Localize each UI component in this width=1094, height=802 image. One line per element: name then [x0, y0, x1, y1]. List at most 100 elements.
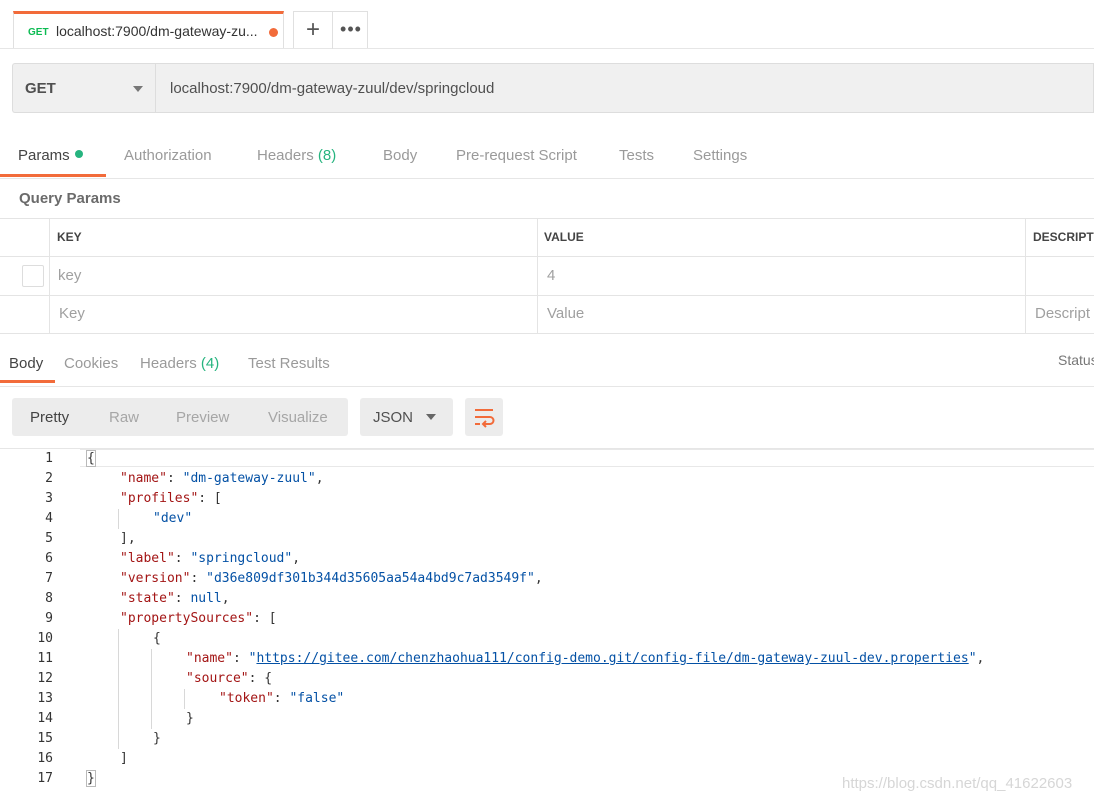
code-line: ] — [120, 751, 128, 766]
line-number: 5 — [45, 531, 53, 546]
response-tab-body-label: Body — [9, 355, 44, 372]
tab-tests-label: Tests — [619, 147, 655, 164]
line-number: 3 — [45, 491, 53, 506]
tab-actions: + ••• — [293, 11, 369, 49]
request-tab[interactable]: GET localhost:7900/dm-gateway-zu... — [13, 11, 284, 48]
tab-body[interactable]: Body — [383, 147, 417, 164]
query-params-title: Query Params — [19, 190, 121, 207]
line-number: 1 — [45, 451, 53, 466]
code-line: "profiles": [ — [120, 491, 222, 506]
line-number: 17 — [37, 771, 53, 786]
param-value-cell[interactable]: 4 — [547, 267, 555, 284]
response-tab-headers[interactable]: Headers (4) — [140, 355, 219, 372]
line-number: 8 — [45, 591, 53, 606]
tab-headers[interactable]: Headers (8) — [257, 147, 336, 164]
request-tab-title: localhost:7900/dm-gateway-zu... — [56, 23, 258, 39]
new-param-value-input[interactable]: Value — [547, 305, 584, 322]
column-header-description: DESCRIPTI — [1033, 230, 1094, 244]
view-mode-pretty[interactable]: Pretty — [30, 409, 69, 426]
tab-tests[interactable]: Tests — [619, 147, 654, 164]
line-number: 11 — [37, 651, 53, 666]
language-select[interactable]: JSON — [360, 398, 453, 436]
view-mode-preview[interactable]: Preview — [176, 409, 229, 426]
response-tab-headers-count: (4) — [200, 355, 220, 372]
response-tab-cookies-label: Cookies — [64, 355, 119, 372]
response-tab-cookies[interactable]: Cookies — [64, 355, 118, 372]
line-number: 12 — [37, 671, 53, 686]
new-param-description-input[interactable]: Descript — [1035, 305, 1090, 322]
active-tab-underline — [0, 174, 106, 177]
code-line: } — [153, 731, 161, 746]
view-mode-visualize[interactable]: Visualize — [268, 409, 328, 426]
code-line: } — [86, 770, 96, 787]
line-number: 16 — [37, 751, 53, 766]
view-mode-toggle: Pretty Raw Preview Visualize — [12, 398, 348, 436]
unsaved-indicator — [269, 28, 278, 37]
method-select-value: GET — [25, 80, 56, 97]
code-line: "label": "springcloud", — [120, 551, 301, 566]
code-line: "dev" — [153, 511, 193, 526]
code-line: } — [186, 711, 194, 726]
request-tab-method: GET — [28, 27, 49, 38]
code-line: "name": "dm-gateway-zuul", — [120, 471, 324, 486]
line-number: 13 — [37, 691, 53, 706]
add-tab-button[interactable]: + — [294, 12, 332, 49]
query-params-table: KEY VALUE DESCRIPTI key 4 Key Value Desc… — [0, 218, 1094, 334]
code-line: "version": "d36e809df301b344d35605aa54a4… — [120, 571, 543, 586]
url-input[interactable]: localhost:7900/dm-gateway-zuul/dev/sprin… — [155, 63, 1094, 113]
tab-params-label: Params — [18, 147, 70, 164]
response-tabs: Body Cookies Headers (4) Test Results — [0, 336, 1094, 387]
code-line: "token": "false" — [219, 691, 345, 706]
tab-body-label: Body — [383, 147, 418, 164]
chevron-down-icon — [426, 414, 436, 420]
response-active-tab-underline — [0, 380, 55, 383]
view-mode-raw[interactable]: Raw — [109, 409, 139, 426]
column-header-value: VALUE — [544, 230, 584, 244]
chevron-down-icon — [133, 86, 143, 92]
line-number: 14 — [37, 711, 53, 726]
code-line: "state": null, — [120, 591, 230, 606]
column-header-key: KEY — [57, 230, 82, 244]
code-line: ], — [120, 531, 136, 546]
tab-params[interactable]: Params — [18, 147, 83, 164]
request-tabs: Params Authorization Headers (8) Body Pr… — [0, 128, 1094, 179]
params-active-dot — [74, 150, 83, 158]
response-tab-test-results-label: Test Results — [248, 355, 330, 372]
tab-authorization-label: Authorization — [124, 147, 212, 164]
line-number: 4 — [45, 511, 53, 526]
param-key-cell[interactable]: key — [58, 267, 81, 284]
line-number: 6 — [45, 551, 53, 566]
line-number: 15 — [37, 731, 53, 746]
line-number: 7 — [45, 571, 53, 586]
tab-pre-request-script[interactable]: Pre-request Script — [456, 147, 577, 164]
method-select[interactable]: GET — [12, 63, 155, 113]
watermark: https://blog.csdn.net/qq_41622603 — [842, 775, 1073, 792]
new-param-key-input[interactable]: Key — [59, 305, 85, 322]
active-line-highlight — [80, 449, 1094, 467]
code-line: "propertySources": [ — [120, 611, 277, 626]
code-line: { — [153, 631, 161, 646]
response-tab-test-results[interactable]: Test Results — [248, 355, 330, 372]
response-tab-headers-label: Headers — [140, 355, 197, 372]
tab-authorization[interactable]: Authorization — [124, 147, 212, 164]
tab-settings-label: Settings — [693, 147, 748, 164]
param-row-checkbox[interactable] — [22, 265, 44, 287]
tab-headers-count: (8) — [317, 147, 337, 164]
line-number: 9 — [45, 611, 53, 626]
wrap-lines-button[interactable] — [465, 398, 503, 436]
tab-headers-label: Headers — [257, 147, 314, 164]
code-line: { — [86, 450, 96, 467]
tab-strip: GET localhost:7900/dm-gateway-zu... + ••… — [0, 0, 1094, 49]
response-status-label: Status — [1058, 352, 1094, 368]
tab-pre-request-script-label: Pre-request Script — [456, 147, 577, 164]
tab-settings[interactable]: Settings — [693, 147, 747, 164]
url-input-value: localhost:7900/dm-gateway-zuul/dev/sprin… — [170, 80, 495, 97]
more-tabs-button[interactable]: ••• — [333, 12, 369, 49]
language-select-value: JSON — [373, 409, 414, 426]
line-number: 10 — [37, 631, 53, 646]
code-line: "name": "https://gitee.com/chenzhaohua11… — [186, 651, 985, 666]
response-tab-body[interactable]: Body — [9, 355, 43, 372]
wrap-lines-icon — [475, 409, 495, 428]
code-line: "source": { — [186, 671, 273, 686]
property-source-link[interactable]: https://gitee.com/chenzhaohua111/config-… — [256, 651, 968, 666]
